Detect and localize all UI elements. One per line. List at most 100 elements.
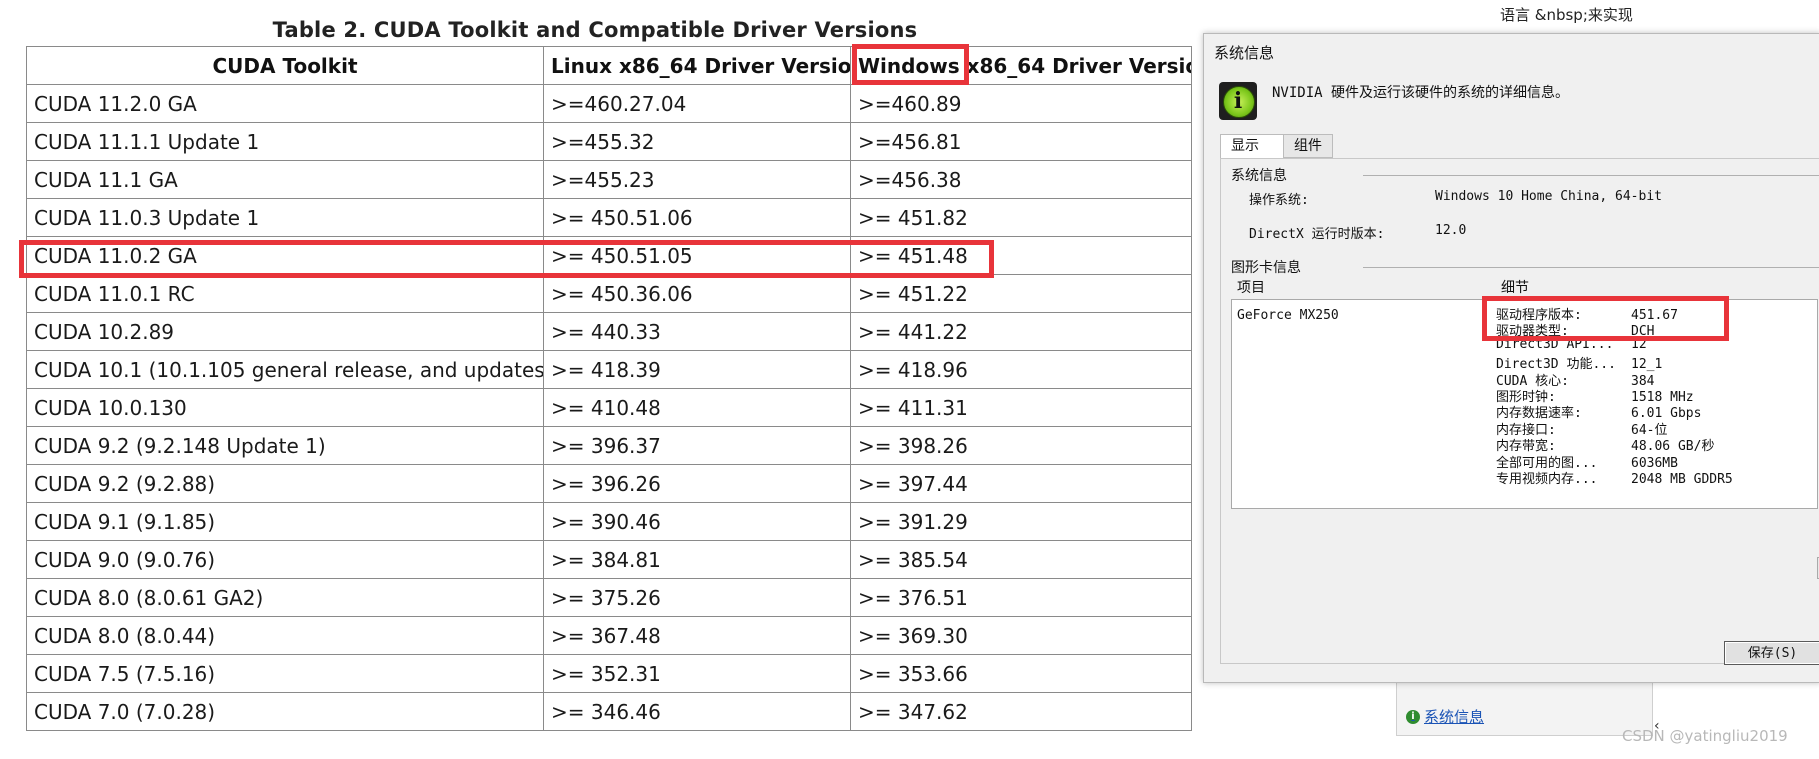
header-windows-driver: Windows x86_64 Driver Version [850,46,1192,85]
cell-windows-driver: >= 418.96 [850,350,1192,389]
cell-linux-driver: >= 346.46 [543,692,851,731]
display-tab-panel: 系统信息 操作系统: Windows 10 Home China, 64-bit… [1220,158,1819,664]
cell-windows-driver: >= 353.66 [850,654,1192,693]
cell-cuda-toolkit: CUDA 10.2.89 [26,312,544,351]
cell-linux-driver: >= 390.46 [543,502,851,541]
cell-linux-driver: >= 450.36.06 [543,274,851,313]
table-row: CUDA 11.0.2 GA >= 450.51.05 >= 451.48 [26,236,1192,275]
info-icon: i [1406,709,1420,724]
cell-windows-driver: >= 376.51 [850,578,1192,617]
column-item-label: 项目 [1237,280,1265,296]
cell-linux-driver: >= 418.39 [543,350,851,389]
cell-windows-driver: >= 347.62 [850,692,1192,731]
system-info-link[interactable]: i 系统信息 [1406,706,1484,727]
table-row: CUDA 10.0.130 >= 410.48 >= 411.31 [26,388,1192,427]
cell-cuda-toolkit: CUDA 7.5 (7.5.16) [26,654,544,693]
cell-linux-driver: >=455.23 [543,160,851,199]
detail-value: 12 [1631,336,1647,352]
cell-cuda-toolkit: CUDA 9.2 (9.2.88) [26,464,544,503]
table-row: CUDA 10.1 (10.1.105 general release, and… [26,350,1192,389]
tab-display[interactable]: 显示 [1220,134,1284,159]
cell-linux-driver: >= 396.26 [543,464,851,503]
table-row: CUDA 10.2.89 >= 440.33 >= 441.22 [26,312,1192,351]
cell-linux-driver: >= 410.48 [543,388,851,427]
system-group-label: 系统信息 [1231,168,1287,184]
os-value: Windows 10 Home China, 64-bit [1435,189,1662,204]
cell-linux-driver: >= 450.51.06 [543,198,851,237]
cell-linux-driver: >= 352.31 [543,654,851,693]
cell-linux-driver: >= 375.26 [543,578,851,617]
dialog-description: NVIDIA 硬件及运行该硬件的系统的详细信息。 [1272,85,1569,101]
dialog-title: 系统信息 [1214,44,1275,62]
header-cuda-toolkit: CUDA Toolkit [26,46,544,85]
cell-linux-driver: >= 450.51.05 [543,236,851,275]
cell-windows-driver: >= 391.29 [850,502,1192,541]
cuda-driver-table: CUDA Toolkit Linux x86_64 Driver Version… [26,46,1192,731]
directx-label: DirectX 运行时版本: [1249,227,1385,242]
directx-value: 12.0 [1435,223,1467,238]
column-details-label: 细节 [1501,280,1529,296]
cell-cuda-toolkit: CUDA 11.1.1 Update 1 [26,122,544,161]
detail-row[interactable]: Direct3D API... 12 [1496,337,1647,352]
cell-linux-driver: >= 384.81 [543,540,851,579]
detail-key: Direct3D API... [1496,336,1614,352]
cell-cuda-toolkit: CUDA 10.1 (10.1.105 general release, and… [26,350,544,389]
cell-windows-driver: >=460.89 [850,84,1192,123]
table-row: CUDA 9.2 (9.2.148 Update 1) >= 396.37 >= 3… [26,426,1192,465]
cell-windows-driver: >= 385.54 [850,540,1192,579]
cell-cuda-toolkit: CUDA 7.0 (7.0.28) [26,692,544,731]
cell-linux-driver: >=455.32 [543,122,851,161]
save-button[interactable]: 保存(S) [1724,641,1819,665]
cell-cuda-toolkit: CUDA 9.0 (9.0.76) [26,540,544,579]
cell-linux-driver: >= 440.33 [543,312,851,351]
system-info-link-label: 系统信息 [1424,708,1485,726]
cell-windows-driver: >= 411.31 [850,388,1192,427]
cell-linux-driver: >= 396.37 [543,426,851,465]
group-divider [1363,267,1819,268]
table-header-row: CUDA Toolkit Linux x86_64 Driver Version… [26,46,1192,85]
watermark: CSDN @yatingliu2019 [1622,727,1788,745]
table-row: CUDA 9.0 (9.0.76) >= 384.81 >= 385.54 [26,540,1192,579]
gpu-name[interactable]: GeForce MX250 [1237,308,1339,323]
cell-cuda-toolkit: CUDA 9.1 (9.1.85) [26,502,544,541]
detail-key: 专用视频内存... [1496,472,1598,487]
cell-cuda-toolkit: CUDA 11.0.1 RC [26,274,544,313]
tab-bar: 显示 组件 [1220,134,1333,159]
cell-windows-driver: >= 398.26 [850,426,1192,465]
cell-windows-driver: >= 451.82 [850,198,1192,237]
table-row: CUDA 11.1.1 Update 1 >=455.32 >=456.81 [26,122,1192,161]
cell-cuda-toolkit: CUDA 8.0 (8.0.61 GA2) [26,578,544,617]
table-row: CUDA 11.1 GA >=455.23 >=456.38 [26,160,1192,199]
cell-linux-driver: >=460.27.04 [543,84,851,123]
detail-value: 2048 MB GDDR5 [1631,472,1733,487]
system-info-dialog: 系统信息 i NVIDIA 硬件及运行该硬件的系统的详细信息。 显示 组件 系统… [1203,33,1819,683]
os-label: 操作系统: [1249,193,1309,208]
table-row: CUDA 11.0.1 RC >= 450.36.06 >= 451.22 [26,274,1192,313]
tab-components[interactable]: 组件 [1283,134,1333,158]
table-row: CUDA 7.5 (7.5.16) >= 352.31 >= 353.66 [26,654,1192,693]
cell-cuda-toolkit: CUDA 11.1 GA [26,160,544,199]
cell-cuda-toolkit: CUDA 11.2.0 GA [26,84,544,123]
cell-windows-driver: >= 397.44 [850,464,1192,503]
cell-cuda-toolkit: CUDA 11.0.3 Update 1 [26,198,544,237]
table-row: CUDA 8.0 (8.0.44) >= 367.48 >= 369.30 [26,616,1192,655]
cell-linux-driver: >= 367.48 [543,616,851,655]
cell-cuda-toolkit: CUDA 9.2 (9.2.148 Update 1) [26,426,544,465]
cell-windows-driver: >= 369.30 [850,616,1192,655]
table-row: CUDA 11.2.0 GA >=460.27.04 >=460.89 [26,84,1192,123]
cell-cuda-toolkit: CUDA 8.0 (8.0.44) [26,616,544,655]
cell-cuda-toolkit: CUDA 10.0.130 [26,388,544,427]
cell-windows-driver: >= 451.48 [850,236,1192,275]
detail-row[interactable]: 专用视频内存... 2048 MB GDDR5 [1496,468,1733,487]
cell-windows-driver: >=456.81 [850,122,1192,161]
cell-windows-driver: >= 451.22 [850,274,1192,313]
table-row: CUDA 9.2 (9.2.88) >= 396.26 >= 397.44 [26,464,1192,503]
table-row: CUDA 9.1 (9.1.85) >= 390.46 >= 391.29 [26,502,1192,541]
background-top-text: 语言 &nbsp;来实现 [1500,6,1633,24]
gpu-info-list[interactable]: GeForce MX250 驱动程序版本: 451.67 驱动器类型: DCH Dire… [1231,299,1818,509]
gpu-group-label: 图形卡信息 [1231,260,1301,276]
cell-cuda-toolkit: CUDA 11.0.2 GA [26,236,544,275]
group-divider [1363,175,1819,176]
cell-windows-driver: >=456.38 [850,160,1192,199]
table-row: CUDA 11.0.3 Update 1 >= 450.51.06 >= 451.8… [26,198,1192,237]
